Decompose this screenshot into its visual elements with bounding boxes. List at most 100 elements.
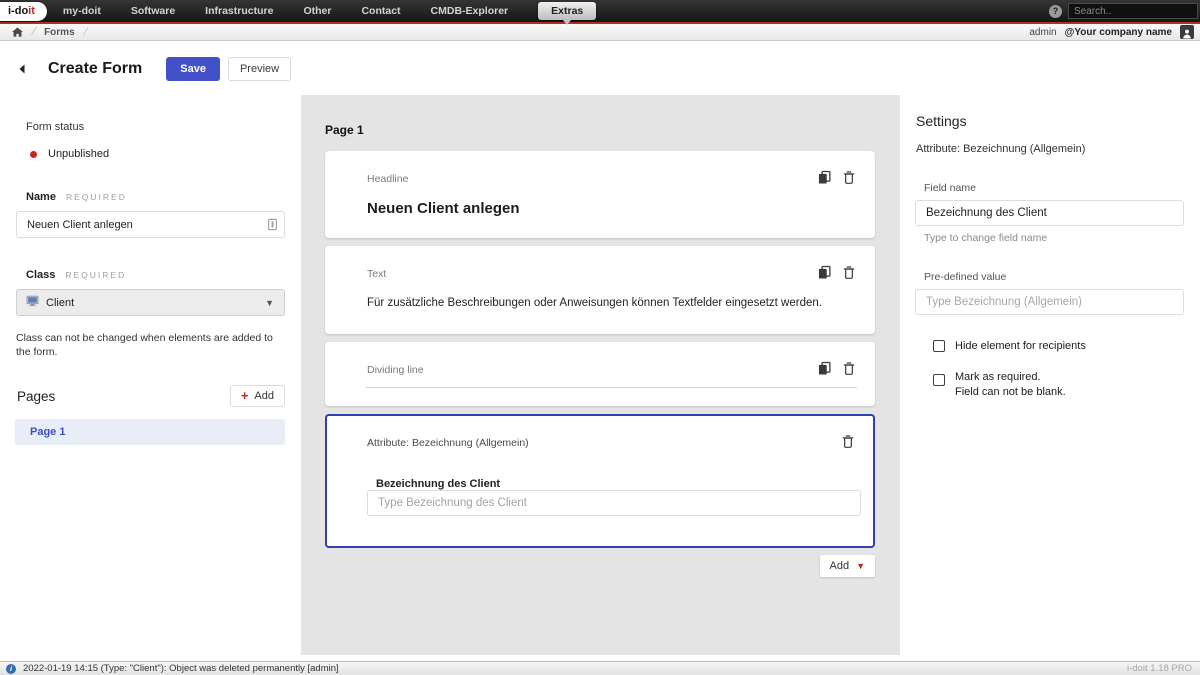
home-icon[interactable] (12, 26, 23, 38)
pages-header-row: Pages + Add (17, 385, 285, 408)
user-avatar-icon[interactable] (1180, 25, 1194, 39)
class-label-row: Class REQUIRED (26, 269, 301, 281)
user-info-group: admin @Your company name (1029, 25, 1194, 39)
form-builder-canvas: Page 1 Headline Neuen Client anlegen Tex… (301, 95, 900, 655)
version-label: i-doit 1.18 PRO (1127, 663, 1192, 674)
form-element-attribute-selected[interactable]: Attribute: Bezeichnung (Allgemein) Bezei… (325, 414, 875, 548)
text-content: Für zusätzliche Beschreibungen oder Anwe… (367, 297, 822, 309)
trash-icon[interactable] (843, 265, 855, 280)
breadcrumb-separator: / (81, 26, 89, 38)
add-page-button[interactable]: + Add (229, 385, 285, 408)
name-label-row: Name REQUIRED (26, 191, 301, 203)
element-type-label: Dividing line (367, 364, 424, 376)
top-navigation-bar: ··· i-doit my-doit Software Infrastructu… (0, 0, 1200, 25)
active-tab-notch (563, 20, 572, 25)
mark-required-option: Mark as required. Field can not be blank… (933, 370, 1200, 399)
mark-required-label: Mark as required. Field can not be blank… (955, 370, 1066, 399)
nav-item-my-doit[interactable]: my-doit (63, 5, 101, 17)
name-label: Name (26, 191, 56, 203)
form-status-label: Form status (26, 121, 85, 133)
chevron-down-icon: ▼ (856, 561, 865, 571)
breadcrumb-forms[interactable]: Forms (44, 27, 75, 38)
settings-title: Settings (916, 113, 967, 129)
plus-icon: + (240, 388, 249, 404)
save-button[interactable]: Save (166, 56, 220, 81)
trash-icon[interactable] (843, 170, 855, 185)
nav-item-cmdb-explorer[interactable]: CMDB-Explorer (431, 5, 509, 17)
nav-item-extras-label: Extras (551, 5, 584, 17)
duplicate-icon[interactable] (818, 170, 831, 185)
form-properties-sidebar: Form status Unpublished Name REQUIRED Cl… (0, 95, 301, 655)
mark-required-checkbox[interactable] (933, 374, 945, 387)
class-required-badge: REQUIRED (65, 270, 127, 280)
field-name-help-text: Type to change field name (924, 232, 1048, 244)
hide-element-label: Hide element for recipients (955, 340, 1086, 352)
class-select[interactable]: Client ▼ (16, 289, 285, 316)
attribute-field-input[interactable] (367, 490, 861, 516)
content-body: Form status Unpublished Name REQUIRED Cl… (0, 95, 1200, 655)
canvas-add-row: Add ▼ (325, 555, 875, 577)
translate-field-icon[interactable] (268, 218, 277, 236)
mark-required-line1: Mark as required. (955, 371, 1041, 384)
name-required-badge: REQUIRED (65, 192, 127, 202)
duplicate-icon[interactable] (818, 265, 831, 280)
brand-red-divider (0, 22, 1200, 24)
attribute-field-label: Bezeichnung des Client (376, 478, 501, 490)
element-actions (806, 265, 855, 280)
class-select-value: Client (46, 296, 75, 309)
settings-subtitle: Attribute: Bezeichnung (Allgemein) (916, 143, 1086, 155)
main-menu: my-doit Software Infrastructure Other Co… (63, 2, 597, 25)
trash-icon[interactable] (842, 434, 854, 449)
element-actions (806, 170, 855, 185)
predefined-value-input[interactable] (915, 289, 1184, 315)
element-type-label: Text (367, 268, 387, 280)
nav-item-other[interactable]: Other (303, 5, 331, 17)
breadcrumb-separator: / (30, 26, 38, 38)
element-settings-panel: Settings Attribute: Bezeichnung (Allgeme… (900, 95, 1200, 655)
hide-element-checkbox[interactable] (933, 340, 945, 352)
form-name-input[interactable] (16, 211, 285, 238)
nav-item-extras-active[interactable]: Extras (538, 2, 597, 25)
sidebar-page-item-1[interactable]: Page 1 (15, 419, 285, 446)
hide-element-option: Hide element for recipients (933, 339, 1200, 353)
username-label: admin (1029, 26, 1057, 38)
form-element-dividing-line[interactable]: Dividing line (325, 342, 875, 406)
add-element-button-label: Add (829, 560, 850, 572)
status-message: 2022-01-19 14:15 (Type: "Client"): Objec… (23, 663, 339, 674)
add-element-button[interactable]: Add ▼ (819, 555, 875, 577)
form-element-text[interactable]: Text Für zusätzliche Beschreibungen oder… (325, 246, 875, 334)
topbar-right-group: ? (1049, 0, 1198, 22)
element-type-label: Headline (367, 173, 409, 185)
form-element-headline[interactable]: Headline Neuen Client anlegen (325, 151, 875, 238)
info-icon: i (6, 663, 16, 674)
dividing-line-preview (366, 387, 857, 388)
nav-item-contact[interactable]: Contact (361, 5, 400, 17)
mark-required-line2: Field can not be blank. (955, 385, 1066, 398)
chevron-down-icon: ▼ (265, 297, 274, 308)
field-name-input[interactable] (915, 200, 1184, 226)
nav-item-infrastructure[interactable]: Infrastructure (205, 5, 273, 17)
form-status-row: Unpublished (30, 148, 301, 160)
preview-button[interactable]: Preview (227, 56, 292, 81)
class-label: Class (26, 269, 56, 281)
class-note-text: Class can not be changed when elements a… (16, 332, 273, 359)
back-button[interactable] (18, 64, 26, 74)
search-input[interactable] (1068, 3, 1198, 19)
element-actions (830, 434, 854, 449)
idoit-logo[interactable]: ··· i-doit (0, 1, 47, 21)
company-name-label: @Your company name (1064, 26, 1172, 38)
predefined-value-label: Pre-defined value (924, 271, 1007, 283)
headline-content: Neuen Client anlegen (367, 200, 520, 217)
help-icon[interactable]: ? (1049, 4, 1062, 18)
nav-item-software[interactable]: Software (131, 5, 175, 17)
trash-icon[interactable] (843, 361, 855, 376)
status-bar: i 2022-01-19 14:15 (Type: "Client"): Obj… (0, 661, 1200, 675)
page-title: Create Form (48, 59, 143, 77)
form-status-value: Unpublished (48, 148, 110, 160)
pages-section-title: Pages (17, 388, 56, 404)
add-page-button-label: Add (254, 390, 274, 403)
logo-dots-decoration: ··· (10, 2, 22, 9)
client-class-icon (26, 294, 39, 312)
duplicate-icon[interactable] (818, 361, 831, 376)
canvas-page-title: Page 1 (325, 123, 364, 137)
